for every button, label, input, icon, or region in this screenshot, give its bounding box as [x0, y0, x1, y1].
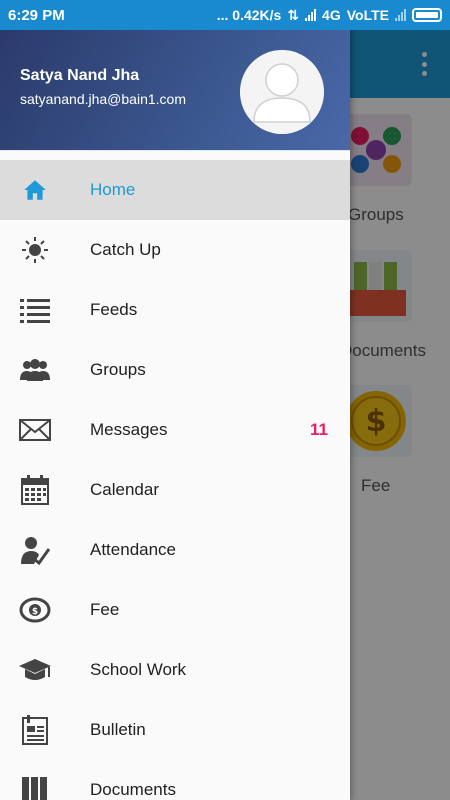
menu-label-messages: Messages [90, 420, 168, 439]
menu-item-catch-up[interactable]: Catch Up [0, 220, 350, 280]
calendar-icon [18, 473, 52, 507]
menu-item-bulletin[interactable]: Bulletin [0, 700, 350, 760]
home-icon [18, 173, 52, 207]
svg-text:$: $ [32, 607, 38, 617]
sun-icon [18, 233, 52, 267]
menu-item-fee[interactable]: $ Fee [0, 580, 350, 640]
volte-label: VoLTE [346, 7, 389, 23]
signal-icon [305, 9, 317, 21]
menu-item-home[interactable]: Home [0, 160, 350, 220]
menu-item-attendance[interactable]: Attendance [0, 520, 350, 580]
navigation-drawer: Satya Nand Jha satyanand.jha@bain1.com H… [0, 30, 350, 800]
menu-label-groups: Groups [90, 360, 146, 379]
attendance-icon [18, 533, 52, 567]
menu-label-home: Home [90, 180, 136, 199]
money-icon: $ [18, 593, 52, 627]
menu-label-documents: Documents [90, 780, 176, 799]
status-bar: 6:29 PM ... 0.42K/s ⇅ 4G VoLTE [0, 0, 450, 30]
menu-label-feeds: Feeds [90, 300, 138, 319]
drawer-header[interactable]: Satya Nand Jha satyanand.jha@bain1.com [0, 30, 350, 150]
documents-icon [18, 773, 52, 800]
menu-item-documents[interactable]: Documents [0, 760, 350, 800]
avatar-icon[interactable] [240, 50, 324, 134]
menu-item-school-work[interactable]: School Work [0, 640, 350, 700]
menu-label-attendance: Attendance [90, 540, 177, 559]
data-transfer-icon: ⇅ [287, 6, 300, 23]
battery-icon [412, 8, 442, 22]
menu-label-fee: Fee [90, 600, 120, 619]
menu-item-messages[interactable]: Messages 11 [0, 400, 350, 460]
drawer-divider [0, 150, 350, 160]
drawer-menu: Home Catch Up Feeds Groups Messages 11 C… [0, 160, 350, 800]
menu-item-feeds[interactable]: Feeds [0, 280, 350, 340]
menu-label-bulletin: Bulletin [90, 720, 146, 739]
list-icon [18, 293, 52, 327]
menu-label-calendar: Calendar [90, 480, 159, 499]
signal-secondary-icon [395, 9, 406, 21]
menu-item-calendar[interactable]: Calendar [0, 460, 350, 520]
menu-item-groups[interactable]: Groups [0, 340, 350, 400]
user-name: Satya Nand Jha [20, 67, 140, 84]
menu-label-school-work: School Work [90, 660, 187, 679]
graduation-cap-icon [18, 653, 52, 687]
people-icon [18, 353, 52, 387]
user-email: satyanand.jha@bain1.com [20, 91, 186, 107]
envelope-icon [18, 413, 52, 447]
network-type: 4G [322, 7, 341, 23]
bulletin-icon [18, 713, 52, 747]
menu-label-catch-up: Catch Up [90, 240, 161, 259]
status-time: 6:29 PM [8, 6, 65, 24]
network-speed: ... 0.42K/s [216, 7, 282, 23]
status-indicators: ... 0.42K/s ⇅ 4G VoLTE [217, 7, 442, 24]
messages-count-badge: 11 [310, 420, 328, 439]
